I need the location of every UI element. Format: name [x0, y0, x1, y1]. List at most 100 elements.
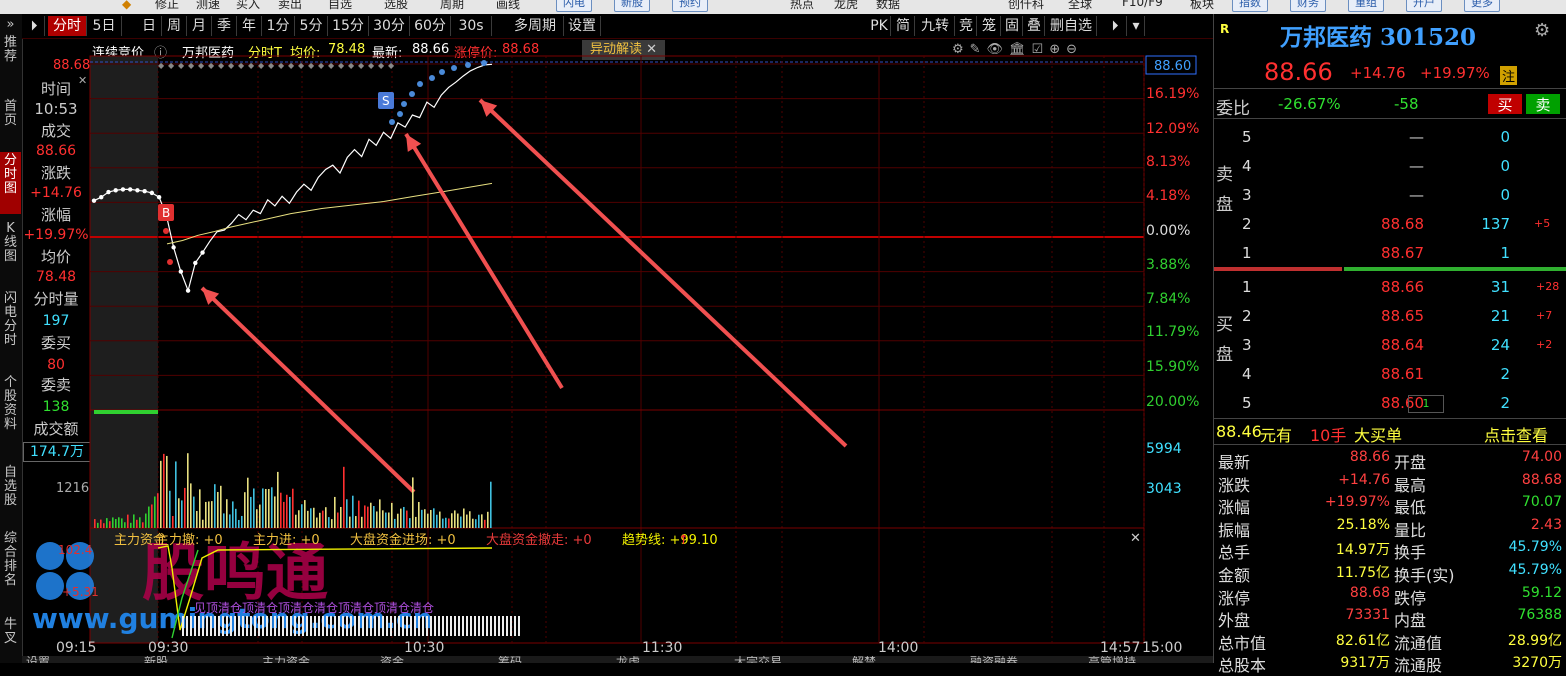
- top-menu-item[interactable]: 自选: [328, 0, 352, 12]
- left-tab-recommend[interactable]: 推荐: [0, 36, 21, 80]
- volume-bar: [310, 508, 312, 528]
- left-tab-timeshare[interactable]: 分时图: [0, 152, 21, 214]
- top-menu-item[interactable]: 全球: [1068, 0, 1092, 12]
- toolbar-right-item-3[interactable]: 竞: [956, 16, 977, 36]
- volume-bar: [415, 516, 417, 528]
- auction-marker: ◆: [158, 61, 165, 70]
- toolbar-item-13[interactable]: 多周期: [507, 16, 564, 36]
- top-menu-item[interactable]: F10/F9: [1122, 0, 1163, 9]
- stat-label: 涨停: [1218, 588, 1251, 608]
- toolbar-item-1[interactable]: 5日: [87, 16, 122, 36]
- top-menu-item[interactable]: 板块: [1190, 0, 1214, 12]
- top-menu-item[interactable]: 测速: [196, 0, 220, 12]
- diamond-icon[interactable]: ◆: [122, 0, 131, 11]
- signal-stripe: [470, 616, 472, 636]
- toolbar-right-item-4[interactable]: 笼: [978, 16, 1001, 36]
- top-menu-item[interactable]: 修正: [155, 0, 179, 12]
- toolbar-right-item-5[interactable]: 固: [1002, 16, 1023, 36]
- toolbar-item-0[interactable]: 分时: [48, 16, 87, 36]
- sell-button[interactable]: 卖: [1526, 94, 1560, 114]
- order-queue-box[interactable]: 1: [1408, 395, 1444, 413]
- top-button[interactable]: 指数: [1232, 0, 1268, 12]
- left-tab-bull[interactable]: 牛叉: [0, 618, 21, 658]
- toolbar-right-item-7[interactable]: 删自选: [1046, 16, 1097, 36]
- toolbar-item-6[interactable]: 年: [237, 16, 262, 36]
- toolbar-item-12[interactable]: 30s: [451, 16, 492, 36]
- sell-marker[interactable]: S: [378, 92, 394, 109]
- divider: [1214, 444, 1566, 445]
- top-menu-item[interactable]: 买入: [236, 0, 260, 12]
- bottom-tab[interactable]: 大宗交易: [734, 656, 782, 663]
- x-tick-label: 09:15: [56, 640, 96, 656]
- top-button[interactable]: 财务: [1290, 0, 1326, 12]
- top-menu-item[interactable]: 热点: [790, 0, 814, 12]
- top-button[interactable]: 开户: [1406, 0, 1442, 12]
- indicator-close-icon[interactable]: ✕: [1130, 531, 1141, 546]
- bottom-tab[interactable]: 高管增持: [1088, 656, 1136, 663]
- left-tab-watchlist[interactable]: 自选股: [0, 466, 21, 522]
- toolbar-item-8[interactable]: 5分: [295, 16, 328, 36]
- preopen-dot: [99, 195, 104, 200]
- top-menu-item[interactable]: 卖出: [278, 0, 302, 12]
- top-button[interactable]: 更多: [1464, 0, 1500, 12]
- top-menu-item[interactable]: 选股: [384, 0, 408, 12]
- order-price: 88.61: [1381, 365, 1424, 383]
- buy-button[interactable]: 买: [1488, 94, 1522, 114]
- toolbar-right-item-1[interactable]: 简: [892, 16, 915, 36]
- top-menu-item[interactable]: 周期: [440, 0, 464, 12]
- auction-marker: ◆: [168, 61, 175, 70]
- y-tick-label: 0.00%: [1146, 223, 1190, 239]
- bottom-tab[interactable]: 融资融券: [970, 656, 1018, 663]
- toolbar-item-5[interactable]: 季: [212, 16, 237, 36]
- volume-bar: [181, 500, 183, 528]
- volume-bar: [166, 455, 168, 528]
- toolbar-right-item-2[interactable]: 九转: [916, 16, 955, 36]
- toolbar-item-7[interactable]: 1分: [262, 16, 295, 36]
- top-menu-item[interactable]: 创仟科: [1008, 0, 1044, 12]
- toolbar-item-10[interactable]: 30分: [369, 16, 410, 36]
- timeshare-chart[interactable]: 16.19% 12.09% 8.13% 4.18% 0.00% 3.88% 7.84% 11.…: [22, 38, 1213, 656]
- big-order-link[interactable]: 点击查看: [1484, 422, 1548, 446]
- top-menu-item[interactable]: 画线: [496, 0, 520, 12]
- play-right-icon[interactable]: ⏵: [1104, 16, 1127, 36]
- top-button[interactable]: 预约: [672, 0, 708, 12]
- left-tab-kline[interactable]: K线图: [0, 222, 21, 278]
- top-menu-item[interactable]: 数据: [876, 0, 900, 12]
- toolbar-item-14[interactable]: 设置: [564, 16, 601, 36]
- bottom-tab[interactable]: 设置: [26, 656, 50, 663]
- signal-stripe: [266, 616, 268, 636]
- bottom-tab[interactable]: 主力资金: [262, 656, 310, 663]
- stat-label: 量比: [1394, 520, 1427, 540]
- settings-gear-icon[interactable]: ⚙: [1534, 20, 1550, 41]
- divider: [1214, 88, 1566, 89]
- bottom-tab[interactable]: 筹码: [498, 656, 522, 663]
- bottom-tab[interactable]: 龙虎: [616, 656, 640, 663]
- dropdown-icon[interactable]: ▾: [1128, 16, 1145, 36]
- toolbar-item-3[interactable]: 周: [162, 16, 187, 36]
- top-button[interactable]: 闪电: [556, 0, 592, 12]
- top-button[interactable]: 新股: [614, 0, 650, 12]
- left-tab-home[interactable]: 首页: [0, 100, 21, 144]
- play-icon[interactable]: ⏵: [24, 16, 45, 36]
- left-tab-profile[interactable]: 个股资料: [0, 376, 21, 446]
- toolbar-item-11[interactable]: 60分: [410, 16, 451, 36]
- expand-icon[interactable]: »: [0, 18, 21, 32]
- toolbar-item-2[interactable]: 日: [137, 16, 162, 36]
- toolbar-right-item-6[interactable]: 叠: [1024, 16, 1045, 36]
- toolbar-item-9[interactable]: 15分: [328, 16, 369, 36]
- auction-marker: ◆: [268, 61, 275, 70]
- toolbar-item-4[interactable]: 月: [187, 16, 212, 36]
- left-tab-flash[interactable]: 闪电分时: [0, 292, 21, 362]
- left-tab-ranking[interactable]: 综合排名: [0, 532, 21, 602]
- volume-bar: [268, 489, 270, 528]
- top-button[interactable]: 重组: [1348, 0, 1384, 12]
- bottom-tab[interactable]: 解禁: [852, 656, 876, 663]
- top-menu-item[interactable]: 龙虎: [834, 0, 858, 12]
- volume-bar: [451, 513, 453, 528]
- signal-stripe: [362, 616, 364, 636]
- volume-bar: [112, 517, 114, 528]
- bottom-tab[interactable]: 资金: [380, 656, 404, 663]
- bottom-tab[interactable]: 新股: [144, 656, 168, 663]
- buy-marker[interactable]: B: [158, 204, 174, 265]
- toolbar-right-item-0[interactable]: PK: [868, 16, 891, 36]
